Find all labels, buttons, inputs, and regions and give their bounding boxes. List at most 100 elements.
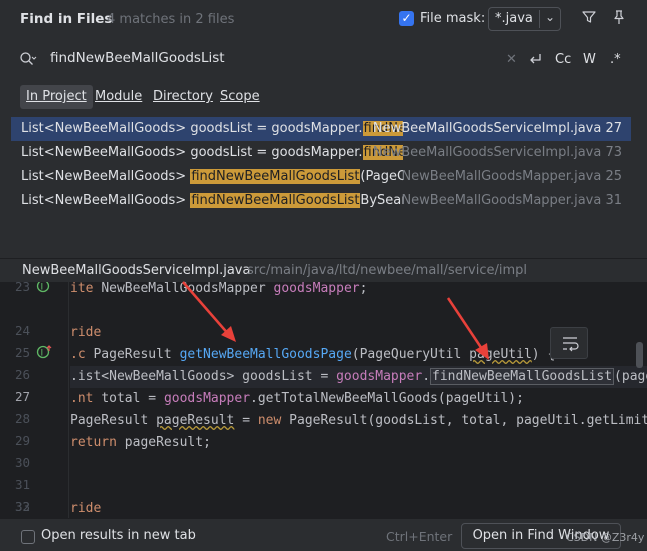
file-mask-label[interactable]: File mask: xyxy=(420,11,485,26)
code-token: .getTotalNewBeeMallGoods(pageUtil); xyxy=(250,391,524,406)
code-line-current: .ist<NewBeeMallGoods> goodsList = goodsM… xyxy=(70,366,647,388)
code-token: return xyxy=(70,435,125,450)
code-token: NewBeeMallGoodsMapper xyxy=(101,282,274,296)
preview-file-path: src/main/java/ltd/newbee/mall/service/im… xyxy=(247,263,527,278)
tab-in-project-label: In Project xyxy=(26,89,87,104)
soft-wrap-button[interactable] xyxy=(550,327,588,359)
result-file: NewBeeMallGoodsServiceImpl.java 73 xyxy=(372,145,622,160)
dialog-title: Find in Files xyxy=(20,11,113,27)
code-token: (pageUtil); xyxy=(614,369,647,384)
line-number: 30 xyxy=(14,455,30,470)
result-code: List<NewBeeMallGoods> goodsList = goodsM… xyxy=(21,141,403,165)
file-mask-checkbox[interactable]: ✓ xyxy=(399,11,414,26)
result-row[interactable]: List<NewBeeMallGoods> goodsList = goodsM… xyxy=(11,117,631,141)
code-token: pageResult; xyxy=(124,435,211,450)
result-code-suffix: (PageQueryUtil pageUtil); xyxy=(360,169,403,184)
filter-icon[interactable] xyxy=(581,9,597,25)
result-row[interactable]: List<NewBeeMallGoods> findNewBeeMallGood… xyxy=(11,165,631,189)
result-code-prefix: List<NewBeeMallGoods> xyxy=(21,193,191,208)
pin-icon[interactable] xyxy=(611,9,627,25)
editor-scrollbar[interactable] xyxy=(636,342,643,368)
whole-words-toggle[interactable]: W xyxy=(583,52,596,67)
result-code-prefix: List<NewBeeMallGoods> goodsList = goodsM… xyxy=(21,145,363,160)
open-new-tab-checkbox[interactable] xyxy=(21,530,35,544)
line-number: 27 xyxy=(14,389,30,404)
result-row[interactable]: List<NewBeeMallGoods> findNewBeeMallGood… xyxy=(11,189,631,213)
line-number: 29 xyxy=(14,433,30,448)
find-dialog-header: Find in Files 4 matches in 2 files ✓ Fil… xyxy=(0,0,647,40)
code-token: PageResult xyxy=(70,413,157,428)
match-case-toggle[interactable]: Cc xyxy=(555,52,571,67)
result-code: List<NewBeeMallGoods> findNewBeeMallGood… xyxy=(21,189,403,213)
result-row[interactable]: List<NewBeeMallGoods> goodsList = goodsM… xyxy=(11,141,631,165)
tab-module-label: Module xyxy=(95,89,143,104)
code-line: PageResult pageResult = new PageResult(g… xyxy=(70,410,647,432)
tab-scope[interactable]: Scope xyxy=(220,85,260,109)
code-token: ride xyxy=(70,325,102,340)
file-mask-label-text: File mask: xyxy=(420,11,486,26)
code-token: ride xyxy=(70,501,102,516)
line-number: 26 xyxy=(14,367,30,382)
result-code-prefix: List<NewBeeMallGoods> xyxy=(21,169,191,184)
line-number: 23 xyxy=(14,282,30,294)
code-token: getNewBeeMallGoodsPage xyxy=(179,347,352,362)
match-count: 4 matches in 2 files xyxy=(107,12,235,27)
code-token: = xyxy=(234,413,258,428)
code-token: PageResult xyxy=(93,347,180,362)
gutter-divider xyxy=(68,282,69,518)
tab-scope-label: Scope xyxy=(220,89,260,104)
code-token: total = xyxy=(101,391,164,406)
override-gutter-icon[interactable]: I xyxy=(36,344,52,360)
search-input[interactable]: findNewBeeMallGoodsList xyxy=(50,50,225,66)
code-search-match: findNewBeeMallGoodsList xyxy=(430,368,615,385)
code-token: goodsMapper xyxy=(163,391,251,406)
result-code-suffix: BySearch(PageQueryUtil pageUtil); xyxy=(360,193,403,208)
preview-file-name: NewBeeMallGoodsServiceImpl.java xyxy=(22,263,251,278)
result-file: NewBeeMallGoodsMapper.java 31 xyxy=(401,193,622,208)
result-code: List<NewBeeMallGoods> goodsList = goodsM… xyxy=(21,117,403,141)
code-token: goodsMapper xyxy=(336,369,423,384)
newline-icon[interactable] xyxy=(527,52,543,67)
line-number: 31 xyxy=(14,477,30,492)
svg-text:I: I xyxy=(41,283,44,293)
code-line: ite NewBeeMallGoodsMapper goodsMapper; xyxy=(70,282,647,300)
code-token: pageUtil xyxy=(469,347,532,362)
file-mask-divider xyxy=(539,10,540,28)
tab-directory[interactable]: Directory xyxy=(153,85,213,109)
code-token: ite xyxy=(70,282,102,296)
open-new-tab-label[interactable]: Open results in new tab xyxy=(41,528,196,543)
file-mask-dropdown[interactable]: *.java ⌄ xyxy=(488,7,561,31)
search-icon[interactable] xyxy=(19,51,37,67)
code-token: . xyxy=(422,369,431,384)
result-match: findNewBeeMallGoodsList xyxy=(190,169,361,184)
result-file: NewBeeMallGoodsMapper.java 25 xyxy=(401,169,622,184)
svg-text:I: I xyxy=(41,349,44,359)
result-code-prefix: List<NewBeeMallGoods> goodsList = goodsM… xyxy=(21,121,363,136)
tab-module[interactable]: Module xyxy=(95,85,142,109)
code-token: .nt xyxy=(70,391,102,406)
line-number: 25 xyxy=(14,345,30,360)
tab-in-project[interactable]: In Project xyxy=(20,85,93,109)
soft-wrap-icon xyxy=(563,337,579,352)
regex-toggle[interactable]: .* xyxy=(610,52,621,67)
file-mask-value: *.java xyxy=(495,11,533,26)
code-preview[interactable]: 23 24 25 26 27 28 29 30 31 32 I I ite Ne… xyxy=(0,282,647,518)
implementation-gutter-icon[interactable]: I xyxy=(36,282,52,294)
code-token: new xyxy=(257,413,290,428)
line-number: 33 xyxy=(14,499,30,514)
clear-icon[interactable]: ✕ xyxy=(506,52,517,67)
code-token: (PageQueryUtil xyxy=(351,347,470,362)
code-token: goodsMapper xyxy=(273,282,360,296)
preview-path-bar: NewBeeMallGoodsServiceImpl.java src/main… xyxy=(0,258,647,282)
code-line: .nt total = goodsMapper.getTotalNewBeeMa… xyxy=(70,388,647,410)
watermark: CSDN @Z3r4y xyxy=(566,531,645,544)
result-match: findNewBeeMallGoodsList xyxy=(190,193,361,208)
tab-directory-label: Directory xyxy=(153,89,213,104)
code-line: ride xyxy=(70,498,647,518)
shortcut-hint: Ctrl+Enter xyxy=(386,529,453,544)
code-token: ; xyxy=(359,282,368,296)
result-code: List<NewBeeMallGoods> findNewBeeMallGood… xyxy=(21,165,403,189)
code-token: .c xyxy=(70,347,94,362)
result-file: NewBeeMallGoodsServiceImpl.java 27 xyxy=(372,121,622,136)
chevron-down-icon[interactable]: ⌄ xyxy=(545,10,555,24)
